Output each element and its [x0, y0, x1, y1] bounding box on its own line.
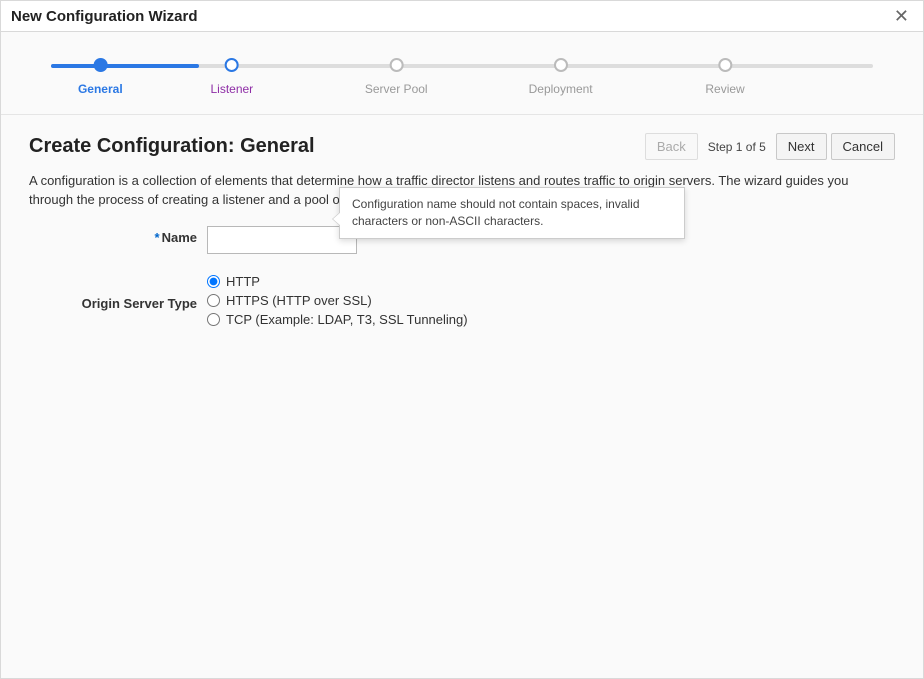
wizard-dialog: New Configuration Wizard ✕ General Liste… — [0, 0, 924, 679]
step-track-fill — [51, 64, 199, 68]
name-input[interactable] — [207, 226, 357, 254]
wizard-nav: Back Step 1 of 5 Next Cancel — [645, 133, 895, 160]
origin-type-label: Origin Server Type — [29, 270, 207, 311]
origin-option-tcp[interactable]: TCP (Example: LDAP, T3, SSL Tunneling) — [207, 312, 468, 327]
name-label: *Name — [29, 226, 207, 245]
cancel-button[interactable]: Cancel — [831, 133, 895, 160]
next-button[interactable]: Next — [776, 133, 827, 160]
step-indicator: Step 1 of 5 — [702, 140, 772, 154]
radio-http[interactable] — [207, 275, 220, 288]
wizard-steps: General Listener Server Pool Deployment … — [1, 32, 923, 115]
name-tooltip: Configuration name should not contain sp… — [339, 187, 685, 239]
close-icon[interactable]: ✕ — [890, 7, 913, 25]
step-general[interactable]: General — [78, 58, 123, 96]
step-listener[interactable]: Listener — [210, 58, 253, 96]
step-server-pool: Server Pool — [365, 58, 428, 96]
radio-tcp[interactable] — [207, 313, 220, 326]
wizard-content: Create Configuration: General Back Step … — [1, 115, 923, 365]
config-form: *Name Origin Server Type HTTP HTTPS (HTT… — [29, 226, 895, 331]
required-indicator: * — [155, 230, 160, 245]
origin-option-https[interactable]: HTTPS (HTTP over SSL) — [207, 293, 468, 308]
back-button[interactable]: Back — [645, 133, 698, 160]
page-title: Create Configuration: General — [29, 135, 315, 158]
dialog-titlebar: New Configuration Wizard ✕ — [1, 1, 923, 32]
radio-https[interactable] — [207, 294, 220, 307]
origin-option-http[interactable]: HTTP — [207, 274, 468, 289]
tooltip-text: Configuration name should not contain sp… — [352, 197, 640, 228]
dialog-title: New Configuration Wizard — [11, 8, 198, 25]
step-review: Review — [705, 58, 744, 96]
step-deployment: Deployment — [529, 58, 593, 96]
origin-type-group: HTTP HTTPS (HTTP over SSL) TCP (Example:… — [207, 270, 468, 331]
